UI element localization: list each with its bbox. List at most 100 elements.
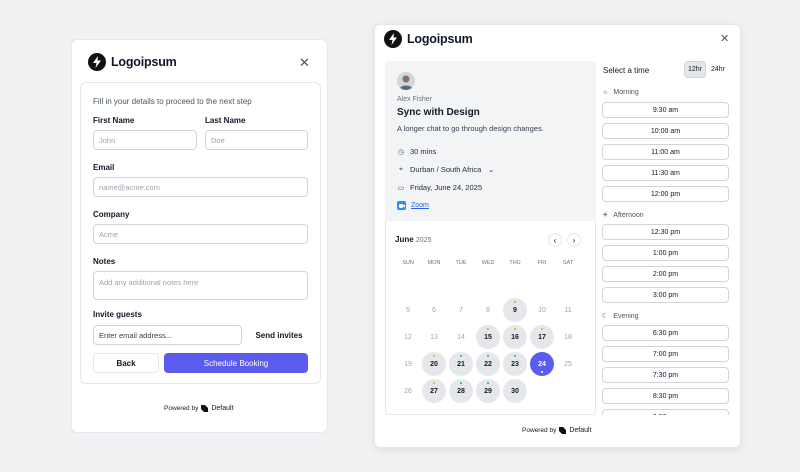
- calendar-day[interactable]: 16: [503, 325, 527, 349]
- timezone-text: Durban / South Africa: [410, 165, 482, 174]
- email-label: Email: [93, 163, 115, 172]
- host-name: Alex Fisher: [397, 96, 433, 103]
- location-pin-icon: ⌖: [399, 165, 403, 173]
- format-12hr-toggle[interactable]: 12hr: [684, 61, 706, 78]
- selected-dot: [541, 371, 543, 373]
- time-slot-button[interactable]: 7:30 pm: [602, 367, 729, 383]
- last-name-input[interactable]: Doe: [205, 130, 308, 150]
- location-row: Zoom: [397, 201, 429, 210]
- time-slot-button[interactable]: 2:00 pm: [602, 266, 729, 282]
- calendar-day-number: 6: [432, 306, 436, 314]
- close-icon[interactable]: ✕: [299, 56, 310, 69]
- calendar-day-number: 27: [430, 387, 438, 395]
- calendar-day-number: 26: [404, 387, 412, 395]
- weekday-label: SUN: [402, 260, 414, 266]
- calendar-day[interactable]: 30: [503, 379, 527, 403]
- calendar-day-number: 13: [430, 333, 438, 341]
- calendar-day[interactable]: 15: [476, 325, 500, 349]
- date-text: Friday, June 24, 2025: [410, 183, 482, 192]
- availability-dot: [541, 328, 543, 330]
- time-slot-button[interactable]: 1:00 pm: [602, 245, 729, 261]
- calendar-day-number: 14: [457, 333, 465, 341]
- calendar-day[interactable]: 27: [422, 379, 446, 403]
- calendar-day[interactable]: 24: [530, 352, 554, 376]
- time-slot-button[interactable]: 12:00 pm: [602, 186, 729, 202]
- time-slot-button[interactable]: 10:00 am: [602, 123, 729, 139]
- powered-by-text: Powered by: [164, 405, 199, 412]
- calendar-day: 5: [396, 298, 420, 322]
- guest-email-input[interactable]: Enter email address...: [93, 325, 242, 345]
- send-invites-button[interactable]: Send invites: [249, 325, 309, 345]
- calendar-day: 10: [530, 298, 554, 322]
- calendar-day[interactable]: 29: [476, 379, 500, 403]
- chevron-down-icon: ⌄: [488, 166, 495, 174]
- zoom-icon: [397, 201, 406, 210]
- availability-dot: [514, 355, 516, 357]
- default-logo-icon: [201, 405, 209, 412]
- calendar-day: 13: [422, 325, 446, 349]
- time-slot-button[interactable]: 12:30 pm: [602, 224, 729, 240]
- format-24hr-toggle[interactable]: 24hr: [707, 61, 729, 78]
- morning-label: Morning: [613, 89, 639, 96]
- calendar-day-number: 22: [484, 360, 492, 368]
- weekday-label: WED: [481, 260, 495, 266]
- time-slot-button[interactable]: 6:30 pm: [602, 325, 729, 341]
- scheduler-card: Logoipsum ✕ Alex Fisher Sync with Design…: [374, 24, 741, 448]
- brand-logo: Logoipsum: [88, 53, 177, 71]
- chevron-right-icon: ›: [572, 235, 576, 245]
- powered-by-text: Powered by: [522, 427, 557, 434]
- calendar-day: 18: [556, 325, 580, 349]
- calendar-day[interactable]: 23: [503, 352, 527, 376]
- calendar-day[interactable]: 28: [449, 379, 473, 403]
- calendar-day-number: 30: [511, 387, 519, 395]
- time-slot-button[interactable]: 7:00 pm: [602, 346, 729, 362]
- calendar-day-number: 16: [511, 333, 519, 341]
- calendar-day: 11: [556, 298, 580, 322]
- time-slot-button[interactable]: 8:30 pm: [602, 388, 729, 404]
- calendar-day: 14: [449, 325, 473, 349]
- calendar-day[interactable]: 20: [422, 352, 446, 376]
- calendar-day: 6: [422, 298, 446, 322]
- logo-mark-icon: [88, 53, 106, 71]
- moon-icon: ☾: [602, 313, 609, 320]
- time-slot-button[interactable]: 9:00 pm: [602, 409, 729, 415]
- calendar-day: 12: [396, 325, 420, 349]
- calendar-day[interactable]: 17: [530, 325, 554, 349]
- calendar-day-number: 8: [486, 306, 490, 314]
- notes-textarea[interactable]: Add any additional notes here: [93, 271, 308, 300]
- back-button[interactable]: Back: [93, 353, 159, 373]
- next-month-button[interactable]: ›: [567, 233, 581, 247]
- time-slot-button[interactable]: 11:00 am: [602, 144, 729, 160]
- calendar-day-number: 23: [511, 360, 519, 368]
- calendar-day[interactable]: 21: [449, 352, 473, 376]
- calendar-header: June 2025: [395, 235, 431, 244]
- timezone-select[interactable]: ⌖ Durban / South Africa ⌄: [397, 165, 494, 174]
- schedule-booking-button[interactable]: Schedule Booking: [164, 353, 308, 373]
- weekday-label: SAT: [562, 260, 574, 266]
- calendar-day[interactable]: 22: [476, 352, 500, 376]
- powered-by-brand: Default: [569, 427, 592, 434]
- weekday-label: MON: [427, 260, 441, 266]
- calendar-day-number: 12: [404, 333, 412, 341]
- time-slot-button[interactable]: 3:00 pm: [602, 287, 729, 303]
- evening-section: ☾ Evening: [602, 312, 639, 321]
- calendar-day-number: 17: [538, 333, 546, 341]
- booking-form-card: Logoipsum ✕ Fill in your details to proc…: [71, 39, 328, 433]
- first-name-input[interactable]: John: [93, 130, 197, 150]
- calendar-day-number: 19: [404, 360, 412, 368]
- calendar-icon: ▭: [397, 184, 405, 192]
- sun-icon: ☀: [602, 212, 609, 219]
- email-input[interactable]: name@acme.com: [93, 177, 308, 197]
- calendar-day-number: 7: [459, 306, 463, 314]
- afternoon-label: Afternoon: [613, 211, 644, 219]
- date-row: ▭ Friday, June 24, 2025: [397, 183, 482, 192]
- company-input[interactable]: Acme: [93, 224, 308, 244]
- time-slot-button[interactable]: 11:30 am: [602, 165, 729, 181]
- time-slot-button[interactable]: 9:30 am: [602, 102, 729, 118]
- prev-month-button[interactable]: ‹: [548, 233, 562, 247]
- evening-label: Evening: [613, 312, 639, 320]
- zoom-link[interactable]: Zoom: [411, 202, 429, 209]
- weekday-label: TUE: [455, 260, 467, 266]
- calendar-day[interactable]: 9: [503, 298, 527, 322]
- notes-label: Notes: [93, 257, 116, 266]
